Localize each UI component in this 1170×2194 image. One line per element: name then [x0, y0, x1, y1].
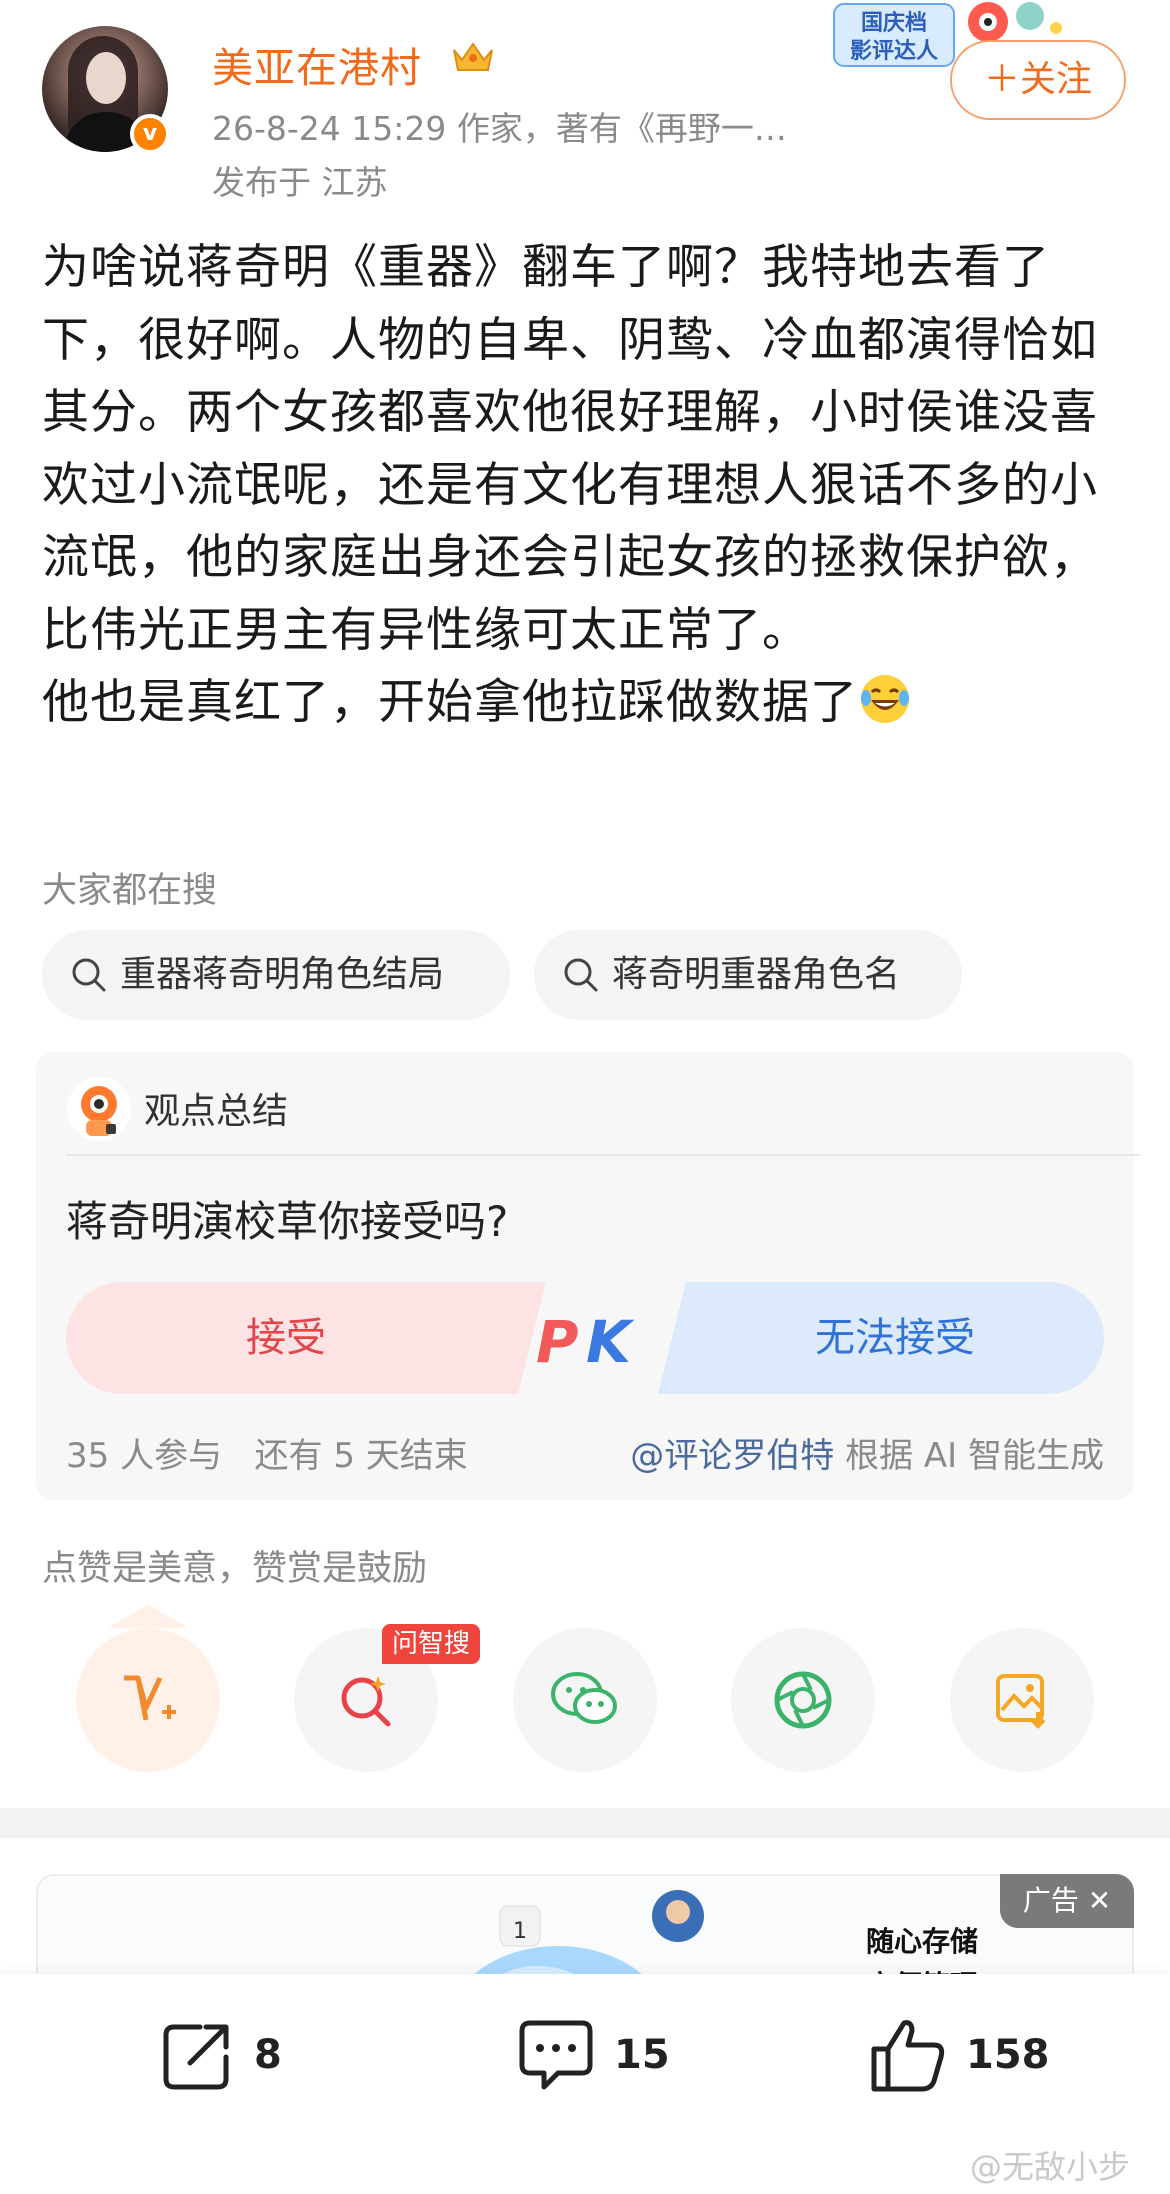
svg-text:1: 1 — [513, 1919, 527, 1944]
ad-text: 随心存储 — [866, 1925, 979, 1958]
section-separator — [0, 1808, 1170, 1838]
ai-search-badge: 问智搜 — [382, 1624, 481, 1664]
opinion-question: 蒋奇明演校草你接受吗? — [66, 1197, 509, 1246]
reward-title: 点赞是美意，赞赏是鼓励 — [42, 1549, 428, 1589]
wechat-icon — [551, 1672, 617, 1724]
save-image-icon — [996, 1674, 1046, 1729]
share-icon — [163, 2024, 229, 2090]
pk-reject-button[interactable]: 无法接受 — [686, 1282, 1104, 1394]
avatar-face — [86, 52, 126, 104]
divider — [66, 1154, 1140, 1156]
ad-close-button[interactable]: 广告 ✕ — [1000, 1874, 1134, 1928]
comment-count: 15 — [614, 2032, 670, 2078]
post-paragraph-2: 他也是真红了，开始拿他拉踩做数据了 — [42, 667, 1132, 740]
search-chip-label: 重器蒋奇明角色结局 — [120, 954, 445, 995]
verified-badge-icon: v — [130, 114, 170, 154]
robot-mascot-icon — [67, 1077, 131, 1141]
pk-icon: P K — [536, 1308, 635, 1372]
opinion-stats: 35 人参与 还有 5 天结束 — [66, 1428, 468, 1477]
share-wechat-button[interactable] — [513, 1628, 657, 1772]
moments-icon — [774, 1671, 832, 1729]
thumbs-up-icon — [871, 2020, 945, 2092]
promo-text-2: 影评达人 — [850, 39, 938, 64]
opinion-card: 观点总结 蒋奇明演校草你接受吗? 接受 P K 无法接受 35 人参与 还有 5… — [36, 1052, 1140, 1500]
post-body: 为啥说蒋奇明《重器》翻车了啊？我特地去看了下，很好啊。人物的自卑、阴鸷、冷血都演… — [42, 232, 1132, 740]
opinion-source: @评论罗伯特 根据 AI 智能生成 — [630, 1428, 1104, 1477]
reward-button[interactable] — [76, 1628, 220, 1772]
search-chip[interactable]: 蒋奇明重器角色名 — [534, 930, 962, 1020]
share-button[interactable]: 8 — [160, 2010, 282, 2100]
username[interactable]: 美亚在港村 — [212, 34, 422, 94]
svg-text:K: K — [586, 1308, 635, 1372]
mention-link[interactable]: @评论罗伯特 — [630, 1436, 834, 1476]
svg-text:P: P — [536, 1308, 579, 1372]
ai-search-icon — [341, 1676, 391, 1727]
share-moments-button[interactable] — [731, 1628, 875, 1772]
comment-button[interactable]: 15 — [516, 2010, 670, 2100]
post-paragraph-2-text: 他也是真红了，开始拿他拉踩做数据了 — [42, 675, 858, 730]
search-chip-label: 蒋奇明重器角色名 — [612, 954, 901, 995]
tooltip-arrow — [108, 1604, 188, 1628]
pk-accept-button[interactable]: 接受 — [66, 1282, 506, 1394]
post-location: 发布于 江苏 — [212, 163, 388, 202]
save-image-button[interactable] — [950, 1628, 1094, 1772]
share-count: 8 — [254, 2032, 282, 2078]
like-count: 158 — [966, 2032, 1050, 2078]
search-chip[interactable]: 重器蒋奇明角色结局 — [42, 930, 510, 1020]
ai-generated-note: 根据 AI 智能生成 — [845, 1436, 1104, 1476]
follow-button[interactable]: ＋关注 — [950, 40, 1126, 120]
promo-text-1: 国庆档 — [861, 10, 927, 36]
weibo-watermark: @无敌小步 — [970, 2148, 1131, 2186]
remaining-time: 还有 5 天结束 — [254, 1436, 468, 1476]
post-meta: 26-8-24 15:29 作家，著有《再野一… — [212, 109, 787, 148]
participants-count: 35 人参与 — [66, 1436, 223, 1476]
reward-v-icon — [124, 1675, 176, 1721]
like-button[interactable]: 158 — [868, 2010, 1050, 2100]
search-icon — [72, 958, 106, 992]
search-icon — [564, 958, 598, 992]
crown-icon — [453, 42, 493, 71]
opinion-title: 观点总结 — [144, 1091, 289, 1132]
comment-icon — [519, 2020, 593, 2090]
post-paragraph-1: 为啥说蒋奇明《重器》翻车了啊？我特地去看了下，很好啊。人物的自卑、阴鸷、冷血都演… — [42, 240, 1098, 658]
search-section-title: 大家都在搜 — [42, 871, 218, 911]
laugh-cry-emoji-icon — [861, 675, 909, 723]
